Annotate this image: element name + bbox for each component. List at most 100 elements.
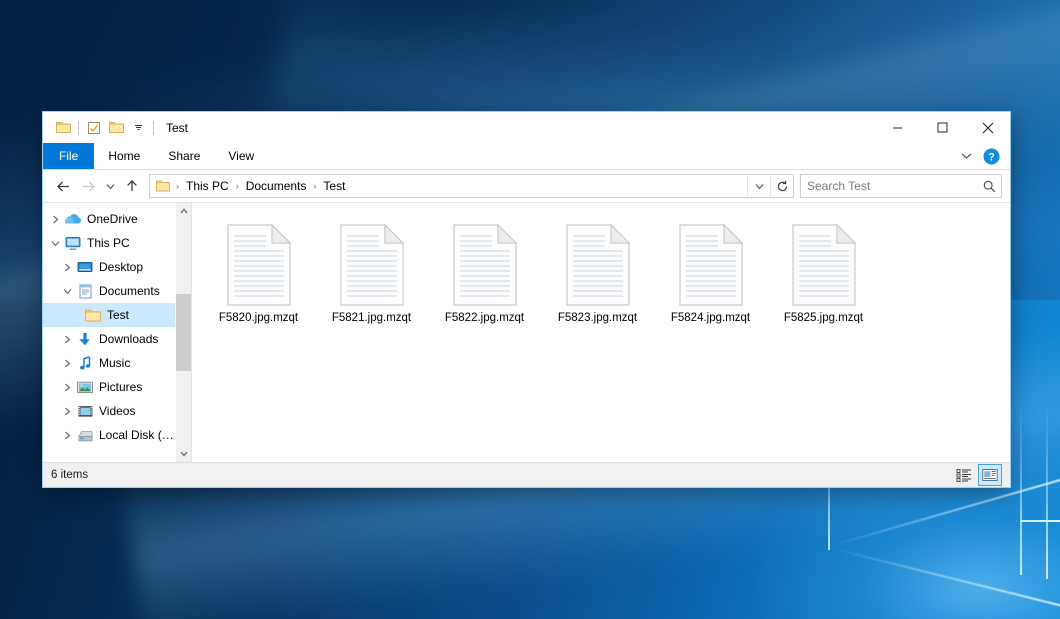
properties-icon[interactable] <box>83 118 105 138</box>
new-folder-icon[interactable] <box>105 118 127 138</box>
help-icon[interactable]: ? <box>980 145 1002 167</box>
windows-logo-ray <box>1046 404 1048 579</box>
chevron-down-icon[interactable] <box>954 144 978 168</box>
videos-icon <box>75 402 95 420</box>
address-bar[interactable]: › This PC › Documents › Test <box>149 174 794 198</box>
sidebar-scrollbar[interactable] <box>175 203 191 462</box>
large-icons-view-button[interactable] <box>978 464 1002 486</box>
tab-view[interactable]: View <box>214 143 268 169</box>
search-input[interactable] <box>801 179 977 193</box>
refresh-icon[interactable] <box>770 176 793 196</box>
sidebar-item-label: Downloads <box>99 332 158 346</box>
chevron-right-icon[interactable] <box>59 263 75 272</box>
chevron-right-icon[interactable] <box>59 431 75 440</box>
file-item[interactable]: F5820.jpg.mzqt <box>202 217 315 346</box>
chevron-right-icon[interactable] <box>47 215 63 224</box>
chevron-right-icon[interactable] <box>59 407 75 416</box>
customize-dropdown-icon[interactable] <box>127 118 149 138</box>
music-icon <box>75 354 95 372</box>
chevron-right-icon[interactable] <box>59 359 75 368</box>
navigation-pane: OneDrive This PC <box>43 203 191 462</box>
sidebar-item-test[interactable]: Test <box>43 303 175 327</box>
minimize-button[interactable] <box>875 112 920 143</box>
back-button[interactable] <box>51 174 75 198</box>
breadcrumb-item-this-pc[interactable]: This PC <box>181 178 234 194</box>
recent-locations-button[interactable] <box>101 174 119 198</box>
sidebar-item-label: This PC <box>87 236 130 250</box>
chevron-down-icon[interactable] <box>59 288 75 295</box>
sidebar-item-label: Desktop <box>99 260 143 274</box>
chevron-down-icon[interactable] <box>47 240 63 247</box>
file-explorer-window: Test File Home Share View <box>42 111 1011 488</box>
scrollbar-track[interactable] <box>176 219 191 446</box>
search-box[interactable] <box>800 174 1002 198</box>
folder-icon <box>154 178 172 194</box>
generic-document-icon <box>559 221 637 309</box>
file-grid: F5820.jpg.mzqt <box>202 217 1010 346</box>
breadcrumb-separator: › <box>174 181 181 191</box>
file-name: F5822.jpg.mzqt <box>445 312 524 324</box>
tab-file[interactable]: File <box>43 143 94 169</box>
caret-down-icon[interactable] <box>176 446 191 462</box>
sidebar-item-documents[interactable]: Documents <box>43 279 175 303</box>
sidebar-item-onedrive[interactable]: OneDrive <box>43 207 175 231</box>
sidebar-item-pictures[interactable]: Pictures <box>43 375 175 399</box>
folder-icon <box>83 306 103 324</box>
breadcrumb-item-documents[interactable]: Documents <box>241 178 312 194</box>
file-item[interactable]: F5824.jpg.mzqt <box>654 217 767 346</box>
view-mode-buttons <box>952 464 1002 486</box>
sidebar-item-music[interactable]: Music <box>43 351 175 375</box>
sidebar-item-local-disk-c[interactable]: Local Disk (C:) <box>43 423 175 447</box>
forward-button[interactable] <box>76 174 100 198</box>
generic-document-icon <box>672 221 750 309</box>
breadcrumb-separator: › <box>234 181 241 191</box>
download-icon <box>75 330 95 348</box>
drive-icon <box>75 426 95 444</box>
status-bar: 6 items <box>43 462 1010 487</box>
file-name: F5825.jpg.mzqt <box>784 312 863 324</box>
up-button[interactable] <box>120 174 144 198</box>
details-view-button[interactable] <box>952 464 976 486</box>
close-button[interactable] <box>965 112 1010 143</box>
chevron-right-icon[interactable] <box>59 335 75 344</box>
file-item[interactable]: F5823.jpg.mzqt <box>541 217 654 346</box>
sidebar-item-this-pc[interactable]: This PC <box>43 231 175 255</box>
file-name: F5820.jpg.mzqt <box>219 312 298 324</box>
sidebar-item-label: Local Disk (C:) <box>99 428 175 442</box>
quick-access-toolbar <box>43 118 158 138</box>
generic-document-icon <box>785 221 863 309</box>
generic-document-icon <box>333 221 411 309</box>
windows-logo-ray <box>1020 400 1022 575</box>
window-controls <box>875 112 1010 143</box>
sidebar-item-label: Music <box>99 356 130 370</box>
file-list-area[interactable]: F5820.jpg.mzqt <box>191 203 1010 462</box>
breadcrumb-item-test[interactable]: Test <box>318 178 350 194</box>
tab-home[interactable]: Home <box>94 143 154 169</box>
file-name: F5824.jpg.mzqt <box>671 312 750 324</box>
address-dropdown-icon[interactable] <box>747 176 770 196</box>
toolbar-separator <box>78 121 79 135</box>
tab-share[interactable]: Share <box>154 143 214 169</box>
sidebar-item-label: OneDrive <box>87 212 138 226</box>
sidebar-item-downloads[interactable]: Downloads <box>43 327 175 351</box>
file-name: F5821.jpg.mzqt <box>332 312 411 324</box>
search-icon[interactable] <box>977 176 1001 196</box>
file-item[interactable]: F5821.jpg.mzqt <box>315 217 428 346</box>
scrollbar-thumb[interactable] <box>176 294 191 371</box>
sidebar-item-desktop[interactable]: Desktop <box>43 255 175 279</box>
chevron-right-icon[interactable] <box>59 383 75 392</box>
generic-document-icon <box>446 221 524 309</box>
window-title: Test <box>166 121 188 135</box>
maximize-button[interactable] <box>920 112 965 143</box>
title-bar: Test <box>43 112 1010 143</box>
folder-icon[interactable] <box>52 118 74 138</box>
file-item[interactable]: F5822.jpg.mzqt <box>428 217 541 346</box>
file-item[interactable]: F5825.jpg.mzqt <box>767 217 880 346</box>
windows-logo-ray <box>1020 520 1060 522</box>
documents-icon <box>75 282 95 300</box>
breadcrumb: › This PC › Documents › Test <box>150 178 747 194</box>
sidebar-item-videos[interactable]: Videos <box>43 399 175 423</box>
caret-up-icon[interactable] <box>176 203 191 219</box>
svg-text:?: ? <box>988 151 995 163</box>
breadcrumb-separator: › <box>311 181 318 191</box>
